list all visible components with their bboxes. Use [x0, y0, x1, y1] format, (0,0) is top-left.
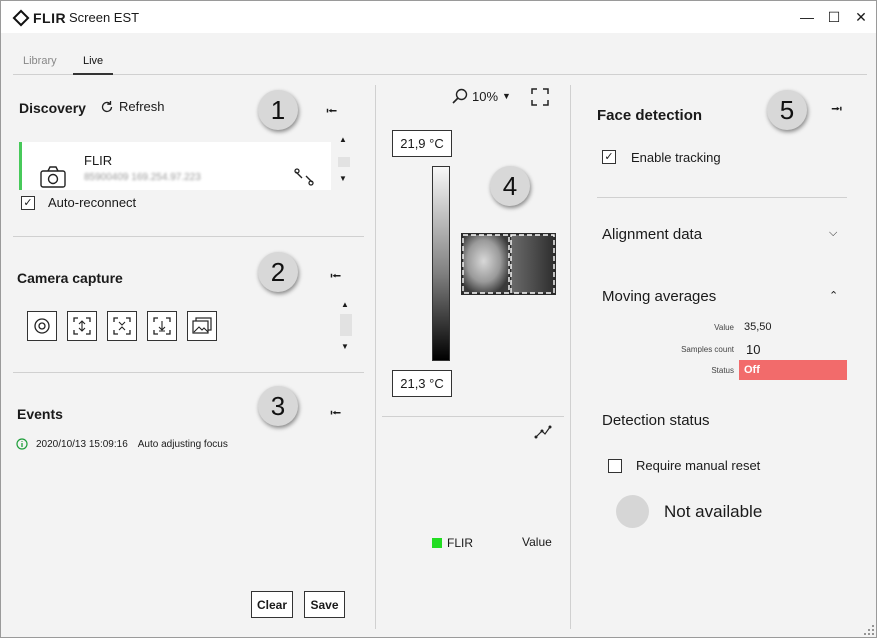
- scroll-up-icon[interactable]: ▲: [339, 135, 347, 144]
- device-list-scrollbar[interactable]: ▲ ▼: [336, 132, 352, 190]
- alignment-data-header[interactable]: Alignment data: [602, 226, 702, 243]
- auto-reconnect-checkbox[interactable]: ✓: [21, 196, 35, 210]
- scroll-down-icon[interactable]: ▼: [339, 174, 347, 183]
- discovery-title: Discovery: [19, 100, 86, 116]
- clear-button[interactable]: Clear: [251, 591, 293, 618]
- availability-label: Not available: [664, 502, 763, 521]
- enable-tracking-label: Enable tracking: [631, 150, 721, 165]
- divider: [13, 236, 364, 237]
- value-field: 35,50: [744, 321, 772, 333]
- chevron-up-icon[interactable]: ⌃: [829, 289, 838, 302]
- focus-far-icon: [153, 317, 171, 335]
- badge-2: 2: [258, 252, 298, 292]
- badge-3: 3: [258, 386, 298, 426]
- samples-count-field: 10: [746, 342, 761, 357]
- legend-value-label: Value: [522, 535, 552, 549]
- device-name: FLIR: [84, 153, 113, 168]
- image-icon: [192, 317, 212, 334]
- divider: [597, 197, 847, 198]
- focus-near-icon: [113, 317, 131, 335]
- face-detection-title: Face detection: [597, 107, 703, 124]
- graph-legend: FLIR: [432, 536, 473, 550]
- info-icon: [16, 438, 28, 450]
- window-title: Screen EST: [69, 10, 140, 25]
- legend-series-name: FLIR: [447, 536, 474, 550]
- title-bar: FLIR Screen EST — ☐ ✕: [1, 1, 876, 33]
- flir-logo-icon: [12, 9, 30, 27]
- capture-scrollbar[interactable]: ▲ ▼: [338, 297, 354, 355]
- column-divider-left: [375, 85, 376, 629]
- target-icon: [34, 318, 50, 334]
- divider: [382, 416, 564, 417]
- temperature-scale-bar: [432, 166, 450, 361]
- scroll-thumb[interactable]: [338, 157, 350, 167]
- chevron-down-icon: ▼: [502, 91, 511, 101]
- camera-icon: [40, 166, 66, 188]
- event-row: 2020/10/13 15:09:16 Auto adjusting focus: [16, 438, 228, 450]
- samples-count-key: Samples count: [681, 345, 734, 354]
- tab-live[interactable]: Live: [73, 55, 114, 75]
- refresh-icon: [101, 100, 113, 112]
- collapse-capture-icon[interactable]: ⭰: [330, 266, 341, 291]
- refresh-button[interactable]: Refresh: [100, 99, 165, 114]
- fullscreen-icon[interactable]: [531, 88, 549, 106]
- badge-5: 5: [767, 90, 807, 130]
- focus-near-button[interactable]: [107, 311, 137, 341]
- value-key: Value: [714, 323, 734, 332]
- minimize-button[interactable]: —: [796, 7, 818, 27]
- temp-min-label: 21,3 °C: [392, 370, 452, 397]
- scroll-down-icon[interactable]: ▼: [341, 342, 349, 351]
- refresh-label: Refresh: [119, 99, 165, 114]
- badge-4: 4: [490, 166, 530, 206]
- detection-status-title: Detection status: [602, 412, 710, 429]
- scroll-up-icon[interactable]: ▲: [341, 300, 349, 309]
- device-list-item[interactable]: FLIR 85900409 169.254.97.223: [19, 142, 331, 190]
- legend-swatch: [432, 538, 442, 548]
- graph-settings-icon[interactable]: [534, 425, 552, 439]
- events-title: Events: [17, 406, 63, 422]
- zoom-dropdown[interactable]: 10% ▼: [452, 88, 511, 104]
- expand-face-detection-icon[interactable]: ⭲: [831, 99, 842, 124]
- enable-tracking-checkbox[interactable]: ✓: [602, 150, 616, 164]
- column-divider-right: [570, 85, 571, 629]
- status-badge: Off: [739, 360, 847, 380]
- collapse-discovery-icon[interactable]: ⭰: [326, 101, 337, 126]
- moving-averages-header[interactable]: Moving averages: [602, 288, 716, 305]
- brand-text: FLIR: [33, 10, 67, 26]
- app-window: FLIR Screen EST — ☐ ✕ Library Live Disco…: [0, 0, 877, 638]
- camera-capture-title: Camera capture: [17, 270, 123, 286]
- status-key: Status: [711, 366, 734, 375]
- capture-snapshot-button[interactable]: [27, 311, 57, 341]
- image-gallery-button[interactable]: [187, 311, 217, 341]
- require-manual-reset-checkbox[interactable]: [608, 459, 622, 473]
- magnifier-icon: [452, 88, 468, 104]
- collapse-events-icon[interactable]: ⭰: [330, 403, 341, 428]
- event-message: Auto adjusting focus: [137, 438, 228, 450]
- focus-auto-button[interactable]: [67, 311, 97, 341]
- temp-max-label: 21,9 °C: [392, 130, 452, 157]
- event-timestamp: 2020/10/13 15:09:16: [36, 438, 128, 450]
- tab-bar: Library Live: [13, 47, 867, 75]
- auto-reconnect-label: Auto-reconnect: [48, 195, 137, 210]
- chevron-down-icon[interactable]: ⌵: [829, 227, 837, 240]
- focus-far-button[interactable]: [147, 311, 177, 341]
- require-manual-reset-label: Require manual reset: [636, 458, 761, 473]
- flir-logo: FLIR: [12, 9, 67, 27]
- tab-library[interactable]: Library: [13, 55, 67, 75]
- availability-indicator: [616, 495, 649, 528]
- divider: [13, 372, 364, 373]
- connect-icon[interactable]: [294, 168, 314, 186]
- badge-1: 1: [258, 90, 298, 130]
- focus-expand-icon: [73, 317, 91, 335]
- device-details: 85900409 169.254.97.223: [84, 172, 201, 183]
- close-button[interactable]: ✕: [850, 7, 872, 27]
- save-button[interactable]: Save: [304, 591, 345, 618]
- maximize-button[interactable]: ☐: [823, 7, 845, 27]
- zoom-level: 10%: [472, 88, 499, 104]
- thermal-image: [461, 233, 556, 295]
- scroll-thumb[interactable]: [340, 314, 352, 336]
- resize-grip-icon[interactable]: [863, 624, 875, 636]
